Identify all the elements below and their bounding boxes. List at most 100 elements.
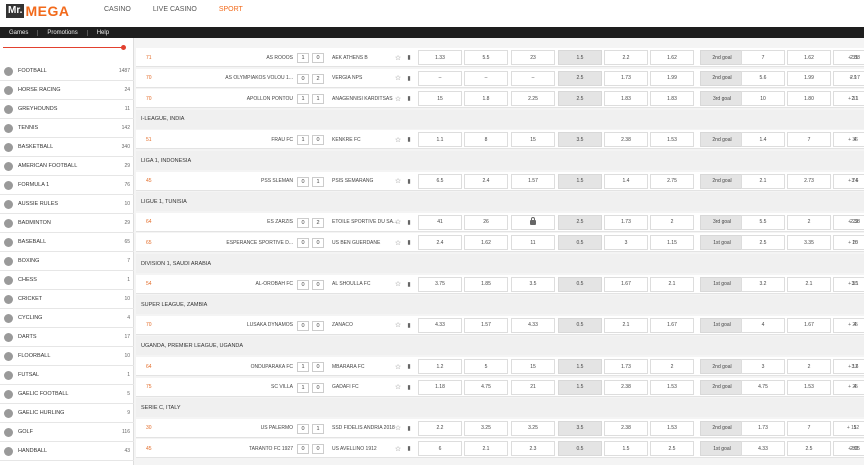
sidebar-item-football[interactable]: FOOTBALL 1487 (0, 62, 134, 81)
odd-button[interactable]: 4.33 (418, 317, 462, 333)
more-markets-link[interactable]: + 29 (842, 213, 864, 232)
sidebar-item-formula-1[interactable]: FORMULA 1 76 (0, 176, 134, 195)
odd-button[interactable]: 1.73 (741, 420, 785, 436)
favorite-star-icon[interactable]: ☆ (393, 233, 403, 252)
odd-button[interactable]: 5 (464, 359, 508, 374)
odd-button[interactable]: 4 (741, 317, 785, 333)
odd-button[interactable]: 5.5 (741, 214, 785, 230)
sidebar-item-gaelic-hurling[interactable]: GAELIC HURLING 9 (0, 404, 134, 423)
odd-button[interactable]: 1.62 (787, 50, 831, 65)
odd-button[interactable]: 3.35 (787, 235, 831, 251)
sidebar-item-chess[interactable]: CHESS 1 (0, 271, 134, 290)
odd-button[interactable]: 3 (604, 235, 648, 251)
odd-button[interactable]: 21 (511, 379, 555, 395)
locked-odd-button[interactable] (511, 214, 555, 230)
odd-button[interactable]: 1.99 (787, 70, 831, 86)
odd-button[interactable]: 1.18 (418, 379, 462, 395)
odd-button[interactable]: 4.75 (464, 379, 508, 395)
sidebar-item-aussie-rules[interactable]: AUSSIE RULES 10 (0, 195, 134, 214)
odd-button[interactable]: 1.73 (604, 214, 648, 230)
odd-button[interactable]: 1.67 (787, 317, 831, 333)
more-markets-link[interactable]: + 25 (842, 378, 864, 397)
odd-button[interactable]: 2.73 (787, 173, 831, 189)
match-row[interactable]: 54 AL-OROBAH FC 0 0 AL SHOULLA FC ☆ ▮ 3.75 1.85 3… (136, 274, 864, 294)
odd-button[interactable]: 2 (787, 359, 831, 374)
odd-button[interactable]: 26 (464, 214, 508, 230)
odd-button[interactable]: 4.75 (741, 379, 785, 395)
odd-button[interactable]: 15 (511, 132, 555, 148)
favorite-star-icon[interactable]: ☆ (393, 275, 403, 294)
odd-button[interactable]: 2.1 (787, 276, 831, 292)
odd-button[interactable]: 1.2 (418, 359, 462, 374)
match-row[interactable]: 70 LUSAKA DYNAMOS 0 0 ZANACO ☆ ▮ 4.33 1.57 4.33 0.… (136, 315, 864, 335)
sidebar-item-gaelic-football[interactable]: GAELIC FOOTBALL 5 (0, 385, 134, 404)
odd-button[interactable]: 1.73 (604, 359, 648, 374)
odd-button[interactable]: 1.53 (650, 379, 694, 395)
odd-button[interactable]: 1.53 (650, 420, 694, 436)
favorite-star-icon[interactable]: ☆ (393, 69, 403, 88)
odd-button[interactable]: 2.5 (787, 441, 831, 457)
home-team[interactable]: ES ZARZIS (166, 213, 296, 232)
more-markets-link[interactable]: + 74 (842, 172, 864, 191)
home-team[interactable]: US PALERMO (166, 419, 296, 438)
more-markets-link[interactable]: + 31 (842, 48, 864, 67)
odd-button[interactable]: 1.67 (650, 317, 694, 333)
statistics-icon[interactable]: ▮ (404, 357, 414, 376)
nav-casino[interactable]: CASINO (104, 6, 131, 13)
odd-button[interactable]: 15 (511, 359, 555, 374)
odd-button[interactable]: 1.5 (604, 441, 648, 457)
home-team[interactable]: AS OLYMPIAKOS VOLOU 1... (166, 69, 296, 88)
home-team[interactable]: ONDUPARAKA FC (166, 357, 296, 376)
nav-sport[interactable]: SPORT (219, 6, 243, 13)
favorite-star-icon[interactable]: ☆ (393, 48, 403, 67)
more-markets-link[interactable]: + 25 (842, 233, 864, 252)
odd-button[interactable]: 1.53 (650, 132, 694, 148)
favorite-star-icon[interactable]: ☆ (393, 316, 403, 335)
nav-live-casino[interactable]: LIVE CASINO (153, 6, 197, 13)
match-row[interactable]: 30 US PALERMO 0 1 SSD FIDELIS ANDRIA 2018 ☆ ▮ 2… (136, 418, 864, 438)
odd-button[interactable]: – (464, 70, 508, 86)
odd-button[interactable]: 2.1 (741, 173, 785, 189)
odd-button[interactable]: 3.2 (741, 276, 785, 292)
subnav-help[interactable]: Help (88, 30, 118, 36)
odd-button[interactable]: 7 (787, 132, 831, 148)
odd-button[interactable]: 4.33 (511, 317, 555, 333)
home-team[interactable]: TARANTO FC 1927 (166, 439, 296, 458)
statistics-icon[interactable]: ▮ (404, 213, 414, 232)
brand-logo[interactable]: Mr. MEGA (6, 3, 69, 19)
odd-button[interactable]: 1.62 (464, 235, 508, 251)
statistics-icon[interactable]: ▮ (404, 275, 414, 294)
odd-button[interactable]: 1.80 (787, 91, 831, 107)
sidebar-item-cricket[interactable]: CRICKET 10 (0, 290, 134, 309)
match-row[interactable]: 70 APOLLON PONTOU 1 1 ANAGENNISI KARDITSAS ☆ ▮… (136, 89, 864, 109)
odd-button[interactable]: 1.57 (464, 317, 508, 333)
statistics-icon[interactable]: ▮ (404, 378, 414, 397)
match-row[interactable]: 51 FRAU FC 1 0 KENKRE FC ☆ ▮ 1.1 8 15 3.5 2.38 1.53 2… (136, 130, 864, 150)
odd-button[interactable]: 2 (650, 359, 694, 374)
match-row[interactable]: 65 ESPERANCE SPORTIVE D... 0 0 US BEN GUERDA… (136, 233, 864, 253)
sidebar-item-cycling[interactable]: CYCLING 4 (0, 309, 134, 328)
subnav-promotions[interactable]: Promotions (38, 29, 88, 36)
home-team[interactable]: PSS SLEMAN (166, 172, 296, 191)
odd-button[interactable]: 1.57 (511, 173, 555, 189)
statistics-icon[interactable]: ▮ (404, 89, 414, 108)
sidebar-item-floorball[interactable]: FLOORBALL 10 (0, 347, 134, 366)
odd-button[interactable]: 2.1 (650, 276, 694, 292)
odd-button[interactable]: 7 (741, 50, 785, 65)
sidebar-item-badminton[interactable]: BADMINTON 29 (0, 214, 134, 233)
home-team[interactable]: APOLLON PONTOU (166, 89, 296, 108)
odd-button[interactable]: 3.25 (464, 420, 508, 436)
odd-button[interactable]: 2.25 (511, 91, 555, 107)
odd-button[interactable]: 1.1 (418, 132, 462, 148)
odd-button[interactable]: 1.83 (650, 91, 694, 107)
odd-button[interactable]: 2.75 (650, 173, 694, 189)
subnav-games[interactable]: Games (0, 29, 39, 36)
sidebar-item-horse-racing[interactable]: HORSE RACING 24 (0, 81, 134, 100)
odd-button[interactable]: 1.62 (650, 50, 694, 65)
sidebar-item-greyhounds[interactable]: GREYHOUNDS 11 (0, 100, 134, 119)
odd-button[interactable]: 1.4 (604, 173, 648, 189)
match-row[interactable]: 75 SC VILLA 1 0 GADAFI FC ☆ ▮ 1.18 4.75 21 1.5 2.38… (136, 377, 864, 397)
sidebar-item-tennis[interactable]: TENNIS 142 (0, 119, 134, 138)
odd-button[interactable]: 6.5 (418, 173, 462, 189)
odd-button[interactable]: – (511, 70, 555, 86)
